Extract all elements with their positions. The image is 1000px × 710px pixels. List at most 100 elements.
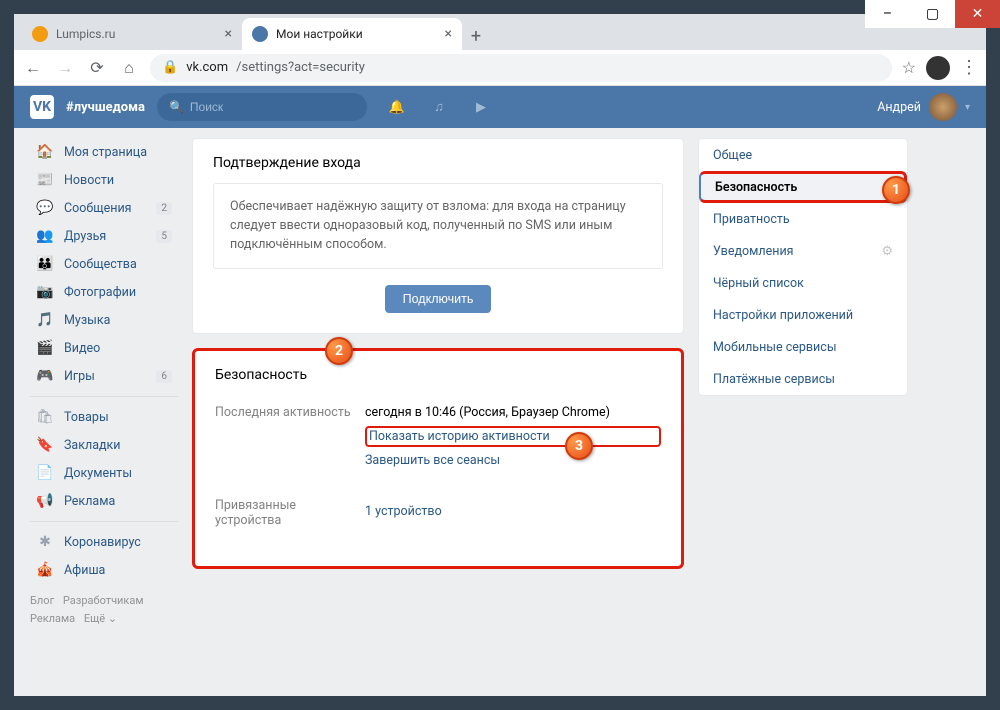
settings-item-label: Уведомления: [713, 244, 794, 259]
back-button[interactable]: ←: [22, 57, 44, 79]
sidebar-item-group2-1[interactable]: 🔖Закладки: [30, 431, 178, 459]
tab-vk-settings[interactable]: Мои настройки ×: [242, 18, 462, 50]
sidebar-item-group1-1[interactable]: 📰 Новости: [30, 166, 178, 194]
search-box[interactable]: 🔍: [157, 93, 367, 121]
settings-item-label: Настройки приложений: [713, 308, 853, 323]
settings-sidebar: Общее Безопасность 1 Приватность Уведомления…: [698, 138, 908, 628]
settings-item-7[interactable]: Платёжные сервисы: [699, 363, 907, 395]
settings-item-2[interactable]: Приватность: [699, 203, 907, 235]
nav-label: Игры: [64, 369, 95, 384]
count-badge: 5: [156, 230, 172, 243]
show-history-link[interactable]: Показать историю активности: [365, 426, 661, 447]
maximize-button[interactable]: ▢: [910, 0, 955, 28]
close-tab-icon[interactable]: ×: [225, 26, 232, 42]
vk-slogan: #лучшедома: [66, 100, 145, 115]
left-navigation: 🏠Моя страница📰Новости💬Сообщения2👥Друзья5…: [30, 138, 178, 628]
settings-item-5[interactable]: Настройки приложений: [699, 299, 907, 331]
tab-lumpics[interactable]: Lumpics.ru ×: [22, 18, 242, 50]
minimize-button[interactable]: –: [865, 0, 910, 28]
nav-icon: 📄: [36, 464, 54, 482]
page-viewport: VK #лучшедома 🔍 🔔 ♫ ▶ Андрей ▾ 🏠 Моя стра…: [14, 86, 986, 696]
security-panel: 2 Безопасность Последняя активность сего…: [192, 348, 684, 569]
sidebar-item-group1-7[interactable]: 🎬Видео: [30, 334, 178, 362]
vk-logo-icon[interactable]: VK: [30, 95, 54, 119]
sidebar-item-group2-3[interactable]: 📢Реклама: [30, 487, 178, 515]
vk-header: VK #лучшедома 🔍 🔔 ♫ ▶ Андрей ▾: [14, 86, 986, 128]
url-host: vk.com: [186, 60, 228, 75]
nav-icon: 🎪: [36, 561, 54, 579]
nav-label: Моя страница: [64, 145, 147, 160]
url-path: /settings?act=security: [236, 60, 365, 75]
nav-label: Фотографии: [64, 285, 136, 300]
nav-label: Документы: [64, 466, 132, 481]
url-field[interactable]: 🔒 vk.com/settings?act=security: [150, 54, 892, 82]
sidebar-item-group1-8[interactable]: 🎮Игры6: [30, 362, 178, 390]
play-icon[interactable]: ▶: [469, 95, 493, 119]
notifications-icon[interactable]: 🔔: [385, 95, 409, 119]
nav-icon: 🎮: [36, 367, 54, 385]
sidebar-item-group1-5[interactable]: 📷Фотографии: [30, 278, 178, 306]
nav-label: Музыка: [64, 313, 110, 328]
sidebar-item-group2-2[interactable]: 📄 Документы: [30, 459, 178, 487]
bookmark-star-icon[interactable]: ☆: [902, 58, 916, 77]
close-tab-icon[interactable]: ×: [445, 26, 452, 42]
new-tab-button[interactable]: +: [462, 22, 490, 50]
footer-links: Блог Разработчикам Реклама Ещё ⌄: [30, 592, 178, 628]
settings-item-0[interactable]: Общее: [699, 139, 907, 171]
footer-more[interactable]: Ещё ⌄: [84, 612, 117, 625]
profile-avatar-icon[interactable]: [926, 56, 950, 80]
sidebar-item-group1-0[interactable]: 🏠 Моя страница: [30, 138, 178, 166]
sidebar-item-group3-0[interactable]: ✱Коронавирус: [30, 528, 178, 556]
sidebar-item-group1-3[interactable]: 👥Друзья5: [30, 222, 178, 250]
nav-icon: ✱: [36, 533, 54, 551]
settings-item-3[interactable]: Уведомления ⚙: [699, 235, 907, 267]
last-activity-label: Последняя активность: [215, 405, 365, 468]
info-text: Обеспечивает надёжную защиту от взлома: …: [213, 183, 663, 269]
sidebar-item-group1-2[interactable]: 💬Сообщения2: [30, 194, 178, 222]
window-controls: – ▢ ✕: [865, 0, 1000, 28]
nav-label: Сообщества: [64, 257, 137, 272]
address-bar: ← → ⟳ ⌂ 🔒 vk.com/settings?act=security ☆…: [14, 50, 986, 86]
sidebar-item-group2-0[interactable]: 🛍Товары: [30, 403, 178, 431]
sidebar-item-group1-6[interactable]: 🎵Музыка: [30, 306, 178, 334]
music-icon[interactable]: ♫: [427, 95, 451, 119]
panel-title: Подтверждение входа: [193, 139, 683, 183]
end-sessions-link[interactable]: Завершить все сеансы: [365, 453, 661, 468]
tab-title: Мои настройки: [276, 27, 363, 41]
settings-item-4[interactable]: Чёрный список: [699, 267, 907, 299]
nav-label: Новости: [64, 173, 114, 188]
gear-icon[interactable]: ⚙: [881, 244, 893, 259]
search-input[interactable]: [190, 100, 355, 114]
tab-title: Lumpics.ru: [56, 27, 115, 41]
footer-devs[interactable]: Разработчикам: [63, 594, 144, 607]
nav-icon: 📰: [36, 171, 54, 189]
forward-button[interactable]: →: [54, 57, 76, 79]
tab-bar: Lumpics.ru × Мои настройки × +: [14, 14, 986, 50]
chevron-down-icon: ▾: [965, 102, 970, 113]
nav-label: Товары: [64, 410, 109, 425]
home-button[interactable]: ⌂: [118, 57, 140, 79]
settings-item-label: Общее: [713, 148, 752, 163]
close-window-button[interactable]: ✕: [955, 0, 1000, 28]
footer-blog[interactable]: Блог: [30, 594, 54, 607]
last-activity-row: Последняя активность сегодня в 10:46 (Ро…: [215, 395, 661, 478]
favicon-icon: [32, 26, 48, 42]
search-icon: 🔍: [169, 100, 184, 114]
browser-menu-button[interactable]: ⋮: [960, 57, 978, 78]
connect-button[interactable]: Подключить: [385, 285, 492, 313]
devices-link[interactable]: 1 устройство: [365, 504, 661, 519]
settings-item-1[interactable]: Безопасность 1: [699, 171, 907, 203]
annotation-marker-1: 1: [882, 176, 910, 204]
settings-item-label: Приватность: [713, 212, 790, 227]
nav-label: Афиша: [64, 563, 105, 578]
main-column: Подтверждение входа Обеспечивает надёжну…: [192, 138, 684, 628]
user-menu[interactable]: Андрей ▾: [877, 93, 970, 121]
settings-item-label: Безопасность: [715, 180, 797, 195]
nav-icon: 🏠: [36, 143, 54, 161]
reload-button[interactable]: ⟳: [86, 57, 108, 79]
footer-ads[interactable]: Реклама: [30, 612, 75, 625]
nav-label: Друзья: [64, 229, 106, 244]
sidebar-item-group1-4[interactable]: 👪Сообщества: [30, 250, 178, 278]
settings-item-6[interactable]: Мобильные сервисы: [699, 331, 907, 363]
sidebar-item-group3-1[interactable]: 🎪 Афиша: [30, 556, 178, 584]
